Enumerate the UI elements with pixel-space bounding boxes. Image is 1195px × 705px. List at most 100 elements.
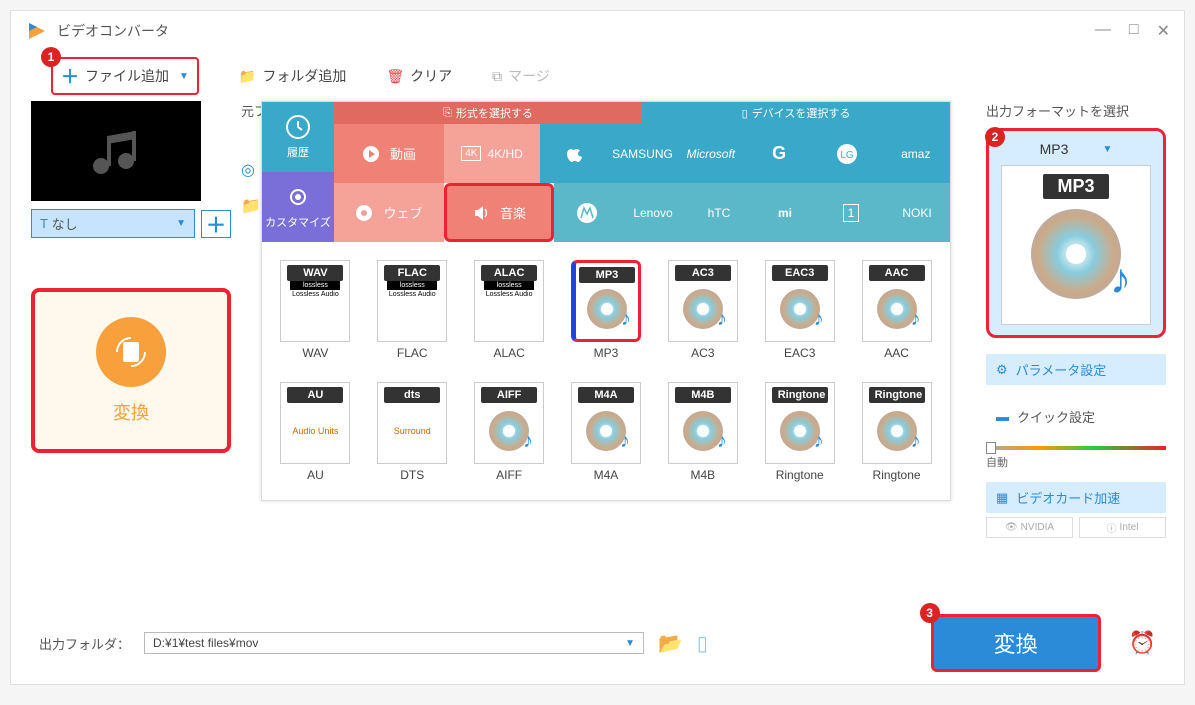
open-folder-button[interactable]: 📂 — [658, 631, 683, 656]
customize-tab[interactable]: カスタマイズ — [262, 172, 334, 242]
schedule-button[interactable]: ⏰ — [1129, 630, 1156, 656]
format-header[interactable]: ⎘形式を選択する — [334, 102, 642, 124]
convert-icon — [96, 317, 166, 387]
format-item-aiff[interactable]: AIFF♪AIFF — [468, 382, 551, 482]
brand-lenovo[interactable]: Lenovo — [620, 183, 686, 242]
app-title: ビデオコンバータ — [57, 21, 1095, 41]
phone-icon: ▯ — [742, 107, 748, 120]
device-header[interactable]: ▯デバイスを選択する — [642, 102, 950, 124]
format-item-dts[interactable]: dtsSurroundDTS — [371, 382, 454, 482]
brand-amazon[interactable]: amaz — [882, 124, 950, 183]
chevron-down-icon[interactable]: ▼ — [625, 638, 635, 649]
close-button[interactable]: ✕ — [1157, 21, 1170, 41]
output-folder-path[interactable]: D:¥1¥test files¥mov ▼ — [144, 632, 644, 654]
format-item-ringtone[interactable]: Ringtone♪Ringtone — [855, 382, 938, 482]
disc-icon: ♪ — [780, 411, 820, 451]
minimize-button[interactable]: — — [1095, 21, 1111, 41]
nvidia-icon: 👁 — [1005, 522, 1018, 533]
history-label: 履歴 — [287, 144, 309, 160]
format-label: MP3 — [594, 346, 619, 360]
merge-icon: ⧉ — [492, 68, 502, 85]
format-item-ringtone[interactable]: Ringtone♪Ringtone — [758, 382, 841, 482]
output-preview: MP3 ♪ — [1001, 165, 1151, 325]
chevron-down-icon[interactable]: ▼ — [179, 71, 189, 82]
gpu-nvidia: 👁NVIDIA — [986, 517, 1073, 538]
parameter-settings-button[interactable]: ⚙ パラメータ設定 — [986, 354, 1166, 385]
apple-icon — [564, 144, 584, 164]
note-icon: ♪ — [1110, 255, 1131, 303]
output-format-box[interactable]: 2 MP3 ▼ MP3 ♪ — [986, 128, 1166, 338]
brand-nokia[interactable]: NOKI — [884, 183, 950, 242]
path-value: D:¥1¥test files¥mov — [153, 636, 621, 650]
history-tab[interactable]: 履歴 — [262, 102, 334, 172]
format-item-alac[interactable]: ALAClosslessLossless AudioALAC — [468, 260, 551, 360]
brand-microsoft[interactable]: Microsoft — [677, 124, 745, 183]
output-format-combo[interactable]: MP3 ▼ — [997, 139, 1155, 159]
slider-auto-label: 自動 — [986, 454, 1166, 470]
format-header-badge: ALAC — [481, 265, 537, 281]
format-item-wav[interactable]: WAVlosslessLossless AudioWAV — [274, 260, 357, 360]
note-icon: ♪ — [717, 430, 727, 453]
note-icon: ♪ — [814, 430, 824, 453]
format-item-flac[interactable]: FLAClosslessLossless AudioFLAC — [371, 260, 454, 360]
convert-button[interactable]: 3 変換 — [931, 614, 1101, 672]
disc-icon: ♪ — [587, 289, 627, 329]
music-category[interactable]: 音楽 — [444, 183, 554, 242]
app-logo-icon — [25, 19, 49, 43]
fourk-category[interactable]: 4K4K/HD — [444, 124, 540, 183]
format-item-ac3[interactable]: AC3♪AC3 — [661, 260, 744, 360]
combo-value: なし — [52, 214, 173, 233]
brand-xiaomi[interactable]: mi — [752, 183, 818, 242]
brand-samsung[interactable]: SAMSUNG — [608, 124, 676, 183]
brand-lg[interactable]: LG — [813, 124, 881, 183]
subtitle-combo[interactable]: T なし ▼ — [31, 209, 195, 238]
note-icon: ♪ — [523, 430, 533, 453]
format-item-m4a[interactable]: M4A♪M4A — [565, 382, 648, 482]
camera-icon[interactable]: ◎ — [241, 162, 255, 179]
format-item-au[interactable]: AUAudio UnitsAU — [274, 382, 357, 482]
format-item-aac[interactable]: AAC♪AAC — [855, 260, 938, 360]
format-label: FLAC — [397, 346, 428, 360]
gpu-accel-button[interactable]: ▦ ビデオカード加速 — [986, 482, 1166, 513]
speaker-icon — [472, 204, 490, 222]
format-header-badge: AU — [287, 387, 343, 403]
clear-button[interactable]: 🗑 クリア — [386, 66, 452, 86]
video-category[interactable]: 動画 — [334, 124, 444, 183]
quality-slider[interactable]: 自動 — [986, 446, 1166, 470]
format-header-badge: AAC — [869, 265, 925, 281]
maximize-button[interactable]: □ — [1129, 21, 1139, 41]
brand-apple[interactable] — [540, 124, 608, 183]
add-file-button[interactable]: 1 ＋ ファイル追加 ▼ — [51, 57, 199, 95]
chevron-down-icon: ▼ — [176, 218, 186, 229]
chip-icon: ▦ — [996, 490, 1008, 506]
convert-drop-zone[interactable]: 変換 — [31, 288, 231, 453]
customize-label: カスタマイズ — [265, 214, 331, 230]
trash-icon: 🗑 — [386, 68, 404, 85]
format-header-badge: dts — [384, 387, 440, 403]
format-label: DTS — [400, 468, 424, 482]
folder-icon[interactable]: 📁 — [241, 198, 261, 215]
brand-oneplus[interactable]: 1 — [818, 183, 884, 242]
format-header-badge: Ringtone — [869, 387, 925, 403]
quick-settings-button[interactable]: ▬ クイック設定 — [986, 401, 1166, 432]
format-header-badge: WAV — [287, 265, 343, 281]
titlebar: ビデオコンバータ — □ ✕ — [11, 11, 1184, 51]
brand-google[interactable]: G — [745, 124, 813, 183]
format-item-m4b[interactable]: M4B♪M4B — [661, 382, 744, 482]
web-category[interactable]: ウェブ — [334, 183, 444, 242]
add-item-button[interactable]: ＋ — [201, 210, 231, 238]
brand-htc[interactable]: hTC — [686, 183, 752, 242]
step-badge-2: 2 — [985, 127, 1005, 147]
format-header-badge: MP3 — [579, 267, 635, 283]
format-label: AIFF — [496, 468, 522, 482]
format-item-mp3[interactable]: MP3 ♪ MP3 — [565, 260, 648, 360]
merge-button[interactable]: ⧉ マージ — [492, 66, 550, 86]
brand-motorola[interactable] — [554, 183, 620, 242]
add-folder-button[interactable]: 📁 フォルダ追加 — [239, 66, 346, 86]
note-icon: ♪ — [717, 308, 727, 331]
format-label: Ringtone — [776, 468, 824, 482]
format-item-eac3[interactable]: EAC3♪EAC3 — [758, 260, 841, 360]
browse-button[interactable]: ▯ — [697, 631, 708, 656]
fourk-icon: 4K — [461, 146, 481, 161]
format-picker: 履歴 カスタマイズ ⎘形式を選択する ▯デバイスを選択する — [261, 101, 951, 501]
